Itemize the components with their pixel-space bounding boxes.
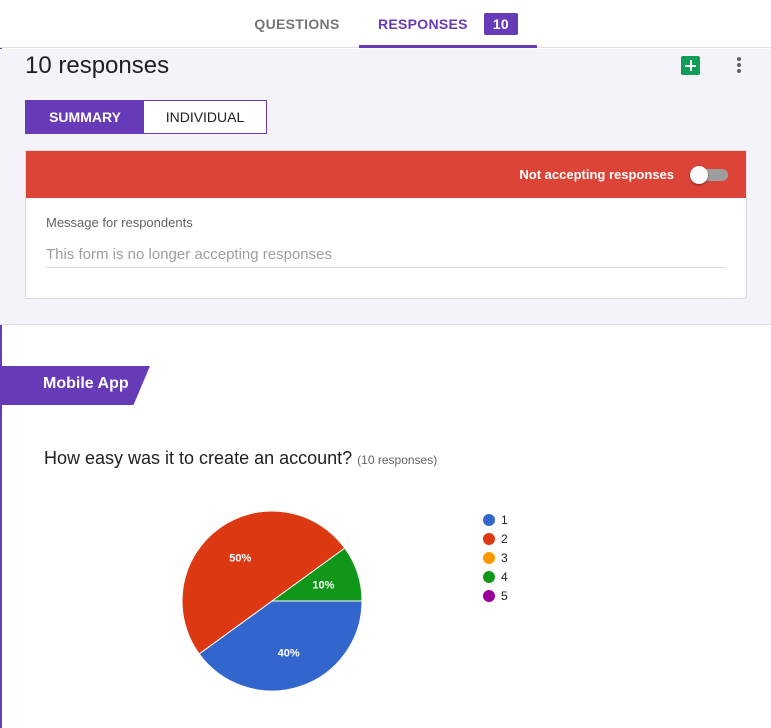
- pie-label-2: 50%: [229, 552, 251, 564]
- legend-item-5: 5: [483, 586, 508, 605]
- message-input[interactable]: [46, 242, 726, 268]
- accepting-banner: Not accepting responses: [26, 151, 746, 198]
- chart-legend: 1 2 3 4 5: [483, 510, 508, 605]
- view-toggle: SUMMARY INDIVIDUAL: [25, 100, 267, 134]
- sheets-icon[interactable]: [681, 56, 700, 75]
- legend-swatch-4: [483, 570, 495, 583]
- accepting-responses-card: Not accepting responses Message for resp…: [25, 150, 747, 299]
- question-response-count: (10 responses): [357, 453, 438, 467]
- pie-label-4: 10%: [312, 579, 334, 591]
- accepting-toggle[interactable]: [690, 166, 728, 184]
- pie-label-1: 40%: [278, 647, 300, 659]
- summary-button[interactable]: SUMMARY: [26, 101, 144, 133]
- legend-item-3: 3: [483, 548, 508, 567]
- responses-pie-chart: 40% 50% 10%: [181, 510, 363, 692]
- toggle-knob: [690, 166, 708, 184]
- legend-swatch-1: [483, 513, 495, 526]
- tab-responses-label: RESPONSES: [377, 16, 468, 32]
- responses-title: 10 responses: [25, 52, 170, 79]
- legend-swatch-2: [483, 532, 495, 545]
- accepting-label: Not accepting responses: [519, 167, 674, 182]
- question-title: How easy was it to create an account? (10…: [44, 448, 437, 469]
- legend-label-1: 1: [501, 512, 508, 527]
- tab-questions[interactable]: QUESTIONS: [236, 0, 358, 48]
- more-options-icon[interactable]: [733, 55, 745, 75]
- legend-item-1: 1: [483, 510, 508, 529]
- tab-bar: QUESTIONS RESPONSES 10: [0, 0, 771, 48]
- legend-label-3: 3: [501, 550, 508, 565]
- message-label: Message for respondents: [46, 215, 193, 230]
- legend-swatch-3: [483, 551, 495, 564]
- tab-responses[interactable]: RESPONSES 10: [359, 0, 537, 48]
- legend-label-4: 4: [501, 569, 508, 584]
- legend-swatch-5: [483, 589, 495, 602]
- legend-item-2: 2: [483, 529, 508, 548]
- legend-label-5: 5: [501, 588, 508, 603]
- question-text: How easy was it to create an account?: [44, 448, 353, 468]
- legend-item-4: 4: [483, 567, 508, 586]
- legend-label-2: 2: [501, 531, 508, 546]
- active-tab-indicator: [359, 45, 537, 48]
- section-title: Mobile App: [43, 375, 129, 392]
- responses-summary-panel: 10 responses SUMMARY INDIVIDUAL Not acce…: [0, 49, 771, 325]
- individual-button[interactable]: INDIVIDUAL: [144, 101, 266, 133]
- responses-count-badge: 10: [483, 13, 519, 35]
